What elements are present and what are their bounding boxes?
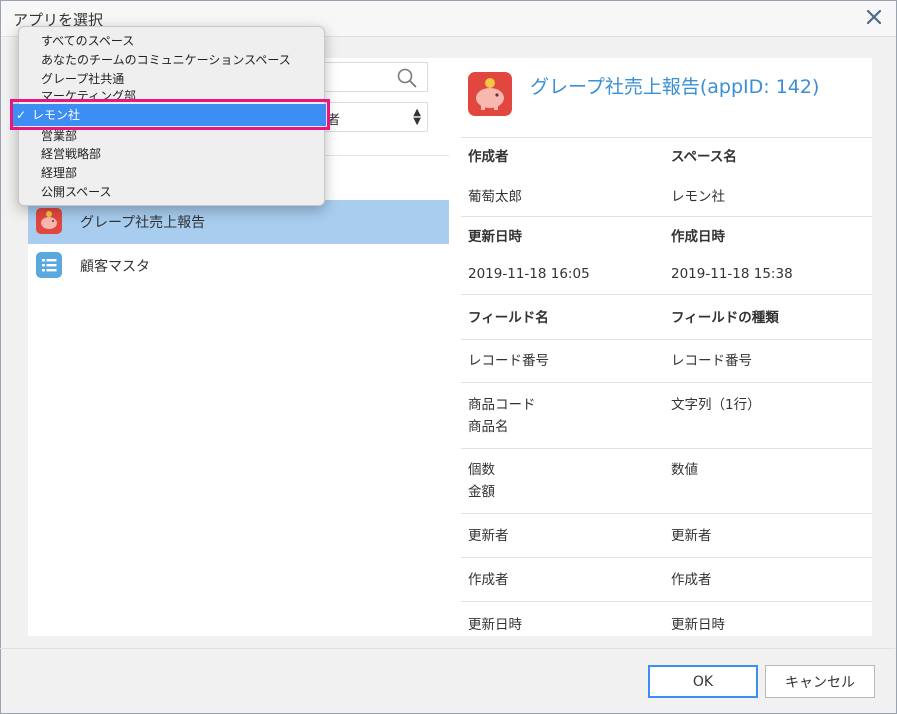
app-name: 顧客マスタ	[80, 259, 150, 275]
field-type: 文字列（1行）	[671, 397, 761, 413]
app-name: グレープ社売上報告	[80, 215, 206, 231]
dropdown-item[interactable]: グレープ社共通	[41, 70, 124, 88]
divider	[461, 382, 872, 383]
field-name: レコード番号	[468, 353, 549, 369]
field-name: 更新者	[468, 528, 509, 544]
highlight-annotation	[10, 99, 330, 130]
divider	[461, 557, 872, 558]
created-label: 作成日時	[671, 229, 725, 245]
field-type: 更新日時	[671, 617, 725, 633]
field-name: 個数	[468, 462, 495, 478]
field-name: 作成者	[468, 572, 509, 588]
app-row-customer-master[interactable]: 顧客マスタ	[28, 244, 449, 288]
close-icon[interactable]	[862, 5, 886, 29]
dropdown-item[interactable]: あなたのチームのコミュニケーションスペース	[41, 51, 291, 69]
divider	[461, 294, 872, 295]
divider	[461, 216, 872, 217]
piggy-bank-icon	[36, 208, 62, 234]
app-detail-panel	[449, 58, 872, 636]
field-type: レコード番号	[671, 353, 752, 369]
piggy-bank-icon	[468, 72, 512, 116]
dropdown-item[interactable]: すべてのスペース	[41, 32, 134, 50]
field-type: 作成者	[671, 572, 712, 588]
cancel-button[interactable]: キャンセル	[765, 665, 875, 698]
dropdown-item[interactable]: 経理部	[41, 164, 77, 182]
field-type: 更新者	[671, 528, 712, 544]
space-label: スペース名	[671, 149, 737, 165]
field-name: 更新日時	[468, 617, 522, 633]
divider	[461, 448, 872, 449]
creator-label: 作成者	[468, 149, 509, 165]
app-detail-title: グレープ社売上報告(appID: 142)	[530, 76, 820, 98]
creator-value: 葡萄太郎	[468, 189, 522, 205]
field-name-header: フィールド名	[468, 310, 549, 326]
app-row-grape-sales[interactable]: グレープ社売上報告	[28, 200, 449, 244]
divider	[461, 601, 872, 602]
footer-divider	[0, 648, 895, 649]
field-name: 金額	[468, 484, 495, 500]
updated-label: 更新日時	[468, 229, 522, 245]
created-value: 2019-11-18 15:38	[671, 266, 793, 282]
field-name: 商品名	[468, 419, 509, 435]
field-type-header: フィールドの種類	[671, 310, 779, 326]
dropdown-item[interactable]: 経営戦略部	[41, 145, 101, 163]
divider	[461, 513, 872, 514]
updated-value: 2019-11-18 16:05	[468, 266, 590, 282]
space-value: レモン社	[671, 189, 725, 205]
dropdown-item[interactable]: 公開スペース	[41, 183, 112, 201]
select-arrows-icon: ▲ ▼	[413, 107, 421, 127]
field-type: 数値	[671, 462, 698, 478]
ok-button[interactable]: OK	[648, 665, 758, 698]
divider	[461, 137, 872, 138]
list-icon	[36, 252, 62, 278]
field-name: 商品コード	[468, 397, 536, 413]
search-icon	[397, 68, 417, 88]
divider	[461, 339, 872, 340]
